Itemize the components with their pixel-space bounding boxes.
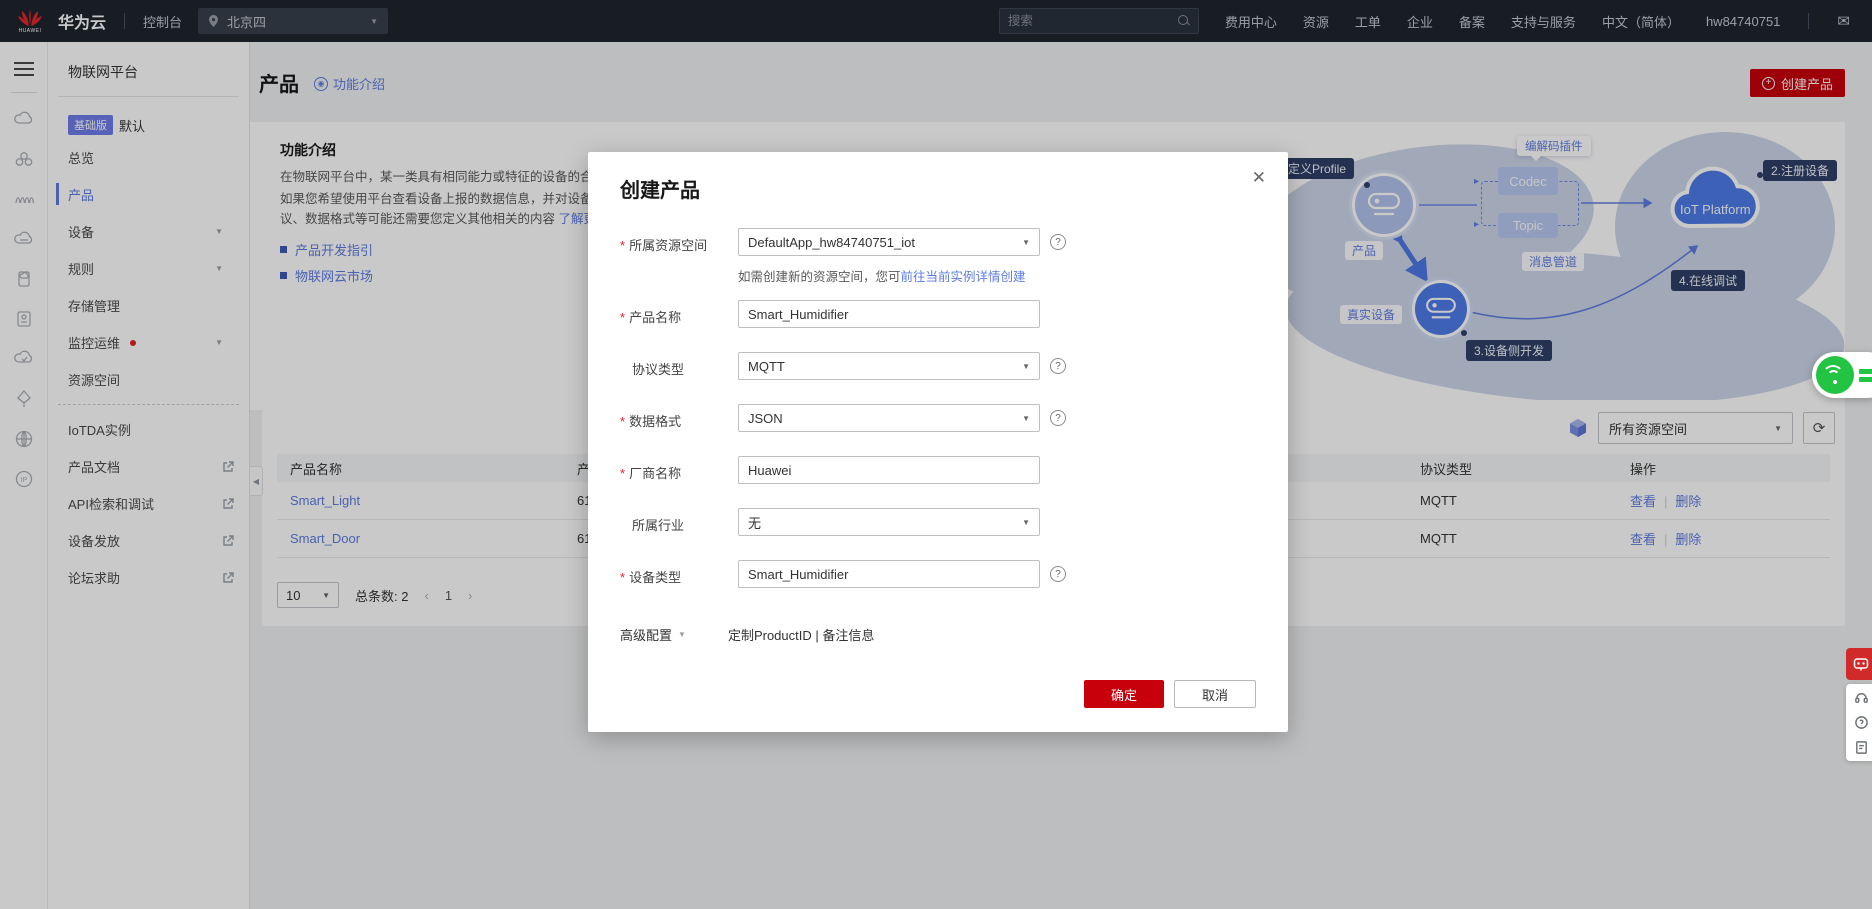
- chevron-down-icon: ▼: [1022, 237, 1030, 247]
- advanced-config-items: 定制ProductID | 备注信息: [727, 628, 875, 643]
- advanced-config-toggle[interactable]: 高级配置 ▼: [620, 625, 686, 644]
- required-star: *: [620, 414, 626, 429]
- smart-assistant-button[interactable]: [1846, 648, 1872, 680]
- clipped-text-fragment: [1859, 366, 1872, 385]
- create-product-modal: 创建产品 ✕ * 所属资源空间 DefaultApp_hw84740751_iot…: [588, 152, 1288, 732]
- chevron-down-icon: ▼: [1022, 361, 1030, 371]
- go-to-instance-link[interactable]: 前往当前实例详情创建: [901, 270, 1026, 284]
- manufacturer-input-wrap: [738, 456, 1040, 484]
- required-star: *: [620, 310, 626, 325]
- help-icon[interactable]: ?: [1050, 410, 1066, 426]
- survey-icon[interactable]: [1854, 740, 1869, 755]
- manufacturer-input[interactable]: [748, 462, 1030, 478]
- help-icon[interactable]: ?: [1050, 234, 1066, 250]
- field-manufacturer: * 厂商名称: [620, 456, 1260, 484]
- field-device-type: *设备类型 ?: [620, 560, 1260, 588]
- required-star: *: [620, 466, 626, 481]
- field-protocol-type: 协议类型 MQTT ▼ ?: [620, 352, 1260, 380]
- field-industry: 所属行业 无 ▼: [620, 508, 1260, 536]
- modal-title: 创建产品: [620, 180, 700, 202]
- wifi-icon: [1816, 356, 1854, 394]
- confirm-button[interactable]: 确定: [1084, 680, 1164, 708]
- help-circle-icon[interactable]: [1854, 715, 1869, 730]
- device-type-input[interactable]: [748, 566, 1030, 582]
- protocol-type-select[interactable]: MQTT ▼: [738, 352, 1040, 380]
- data-format-select[interactable]: JSON ▼: [738, 404, 1040, 432]
- chevron-down-icon: ▼: [1022, 517, 1030, 527]
- headset-icon[interactable]: [1854, 690, 1869, 705]
- industry-select[interactable]: 无 ▼: [738, 508, 1040, 536]
- resource-space-helper: 如需创建新的资源空间，您可前往当前实例详情创建: [738, 270, 1026, 284]
- chevron-down-icon: ▼: [1022, 413, 1030, 423]
- product-name-input[interactable]: [748, 306, 1030, 322]
- close-icon[interactable]: ✕: [1252, 168, 1266, 188]
- help-icon[interactable]: ?: [1050, 566, 1066, 582]
- field-product-name: * 产品名称: [620, 300, 1260, 328]
- floating-toolbar: [1846, 648, 1872, 761]
- chevron-down-icon: ▼: [678, 630, 686, 639]
- required-star: *: [620, 238, 626, 253]
- cancel-button[interactable]: 取消: [1174, 680, 1256, 708]
- product-name-input-wrap: [738, 300, 1040, 328]
- help-icon[interactable]: ?: [1050, 358, 1066, 374]
- required-star: *: [620, 570, 626, 585]
- device-type-input-wrap: [738, 560, 1040, 588]
- field-resource-space: * 所属资源空间 DefaultApp_hw84740751_iot ▼ ?: [620, 228, 1260, 256]
- resource-space-select[interactable]: DefaultApp_hw84740751_iot ▼: [738, 228, 1040, 256]
- iot-assistant-widget[interactable]: [1812, 352, 1872, 398]
- field-data-format: * 数据格式 JSON ▼ ?: [620, 404, 1260, 432]
